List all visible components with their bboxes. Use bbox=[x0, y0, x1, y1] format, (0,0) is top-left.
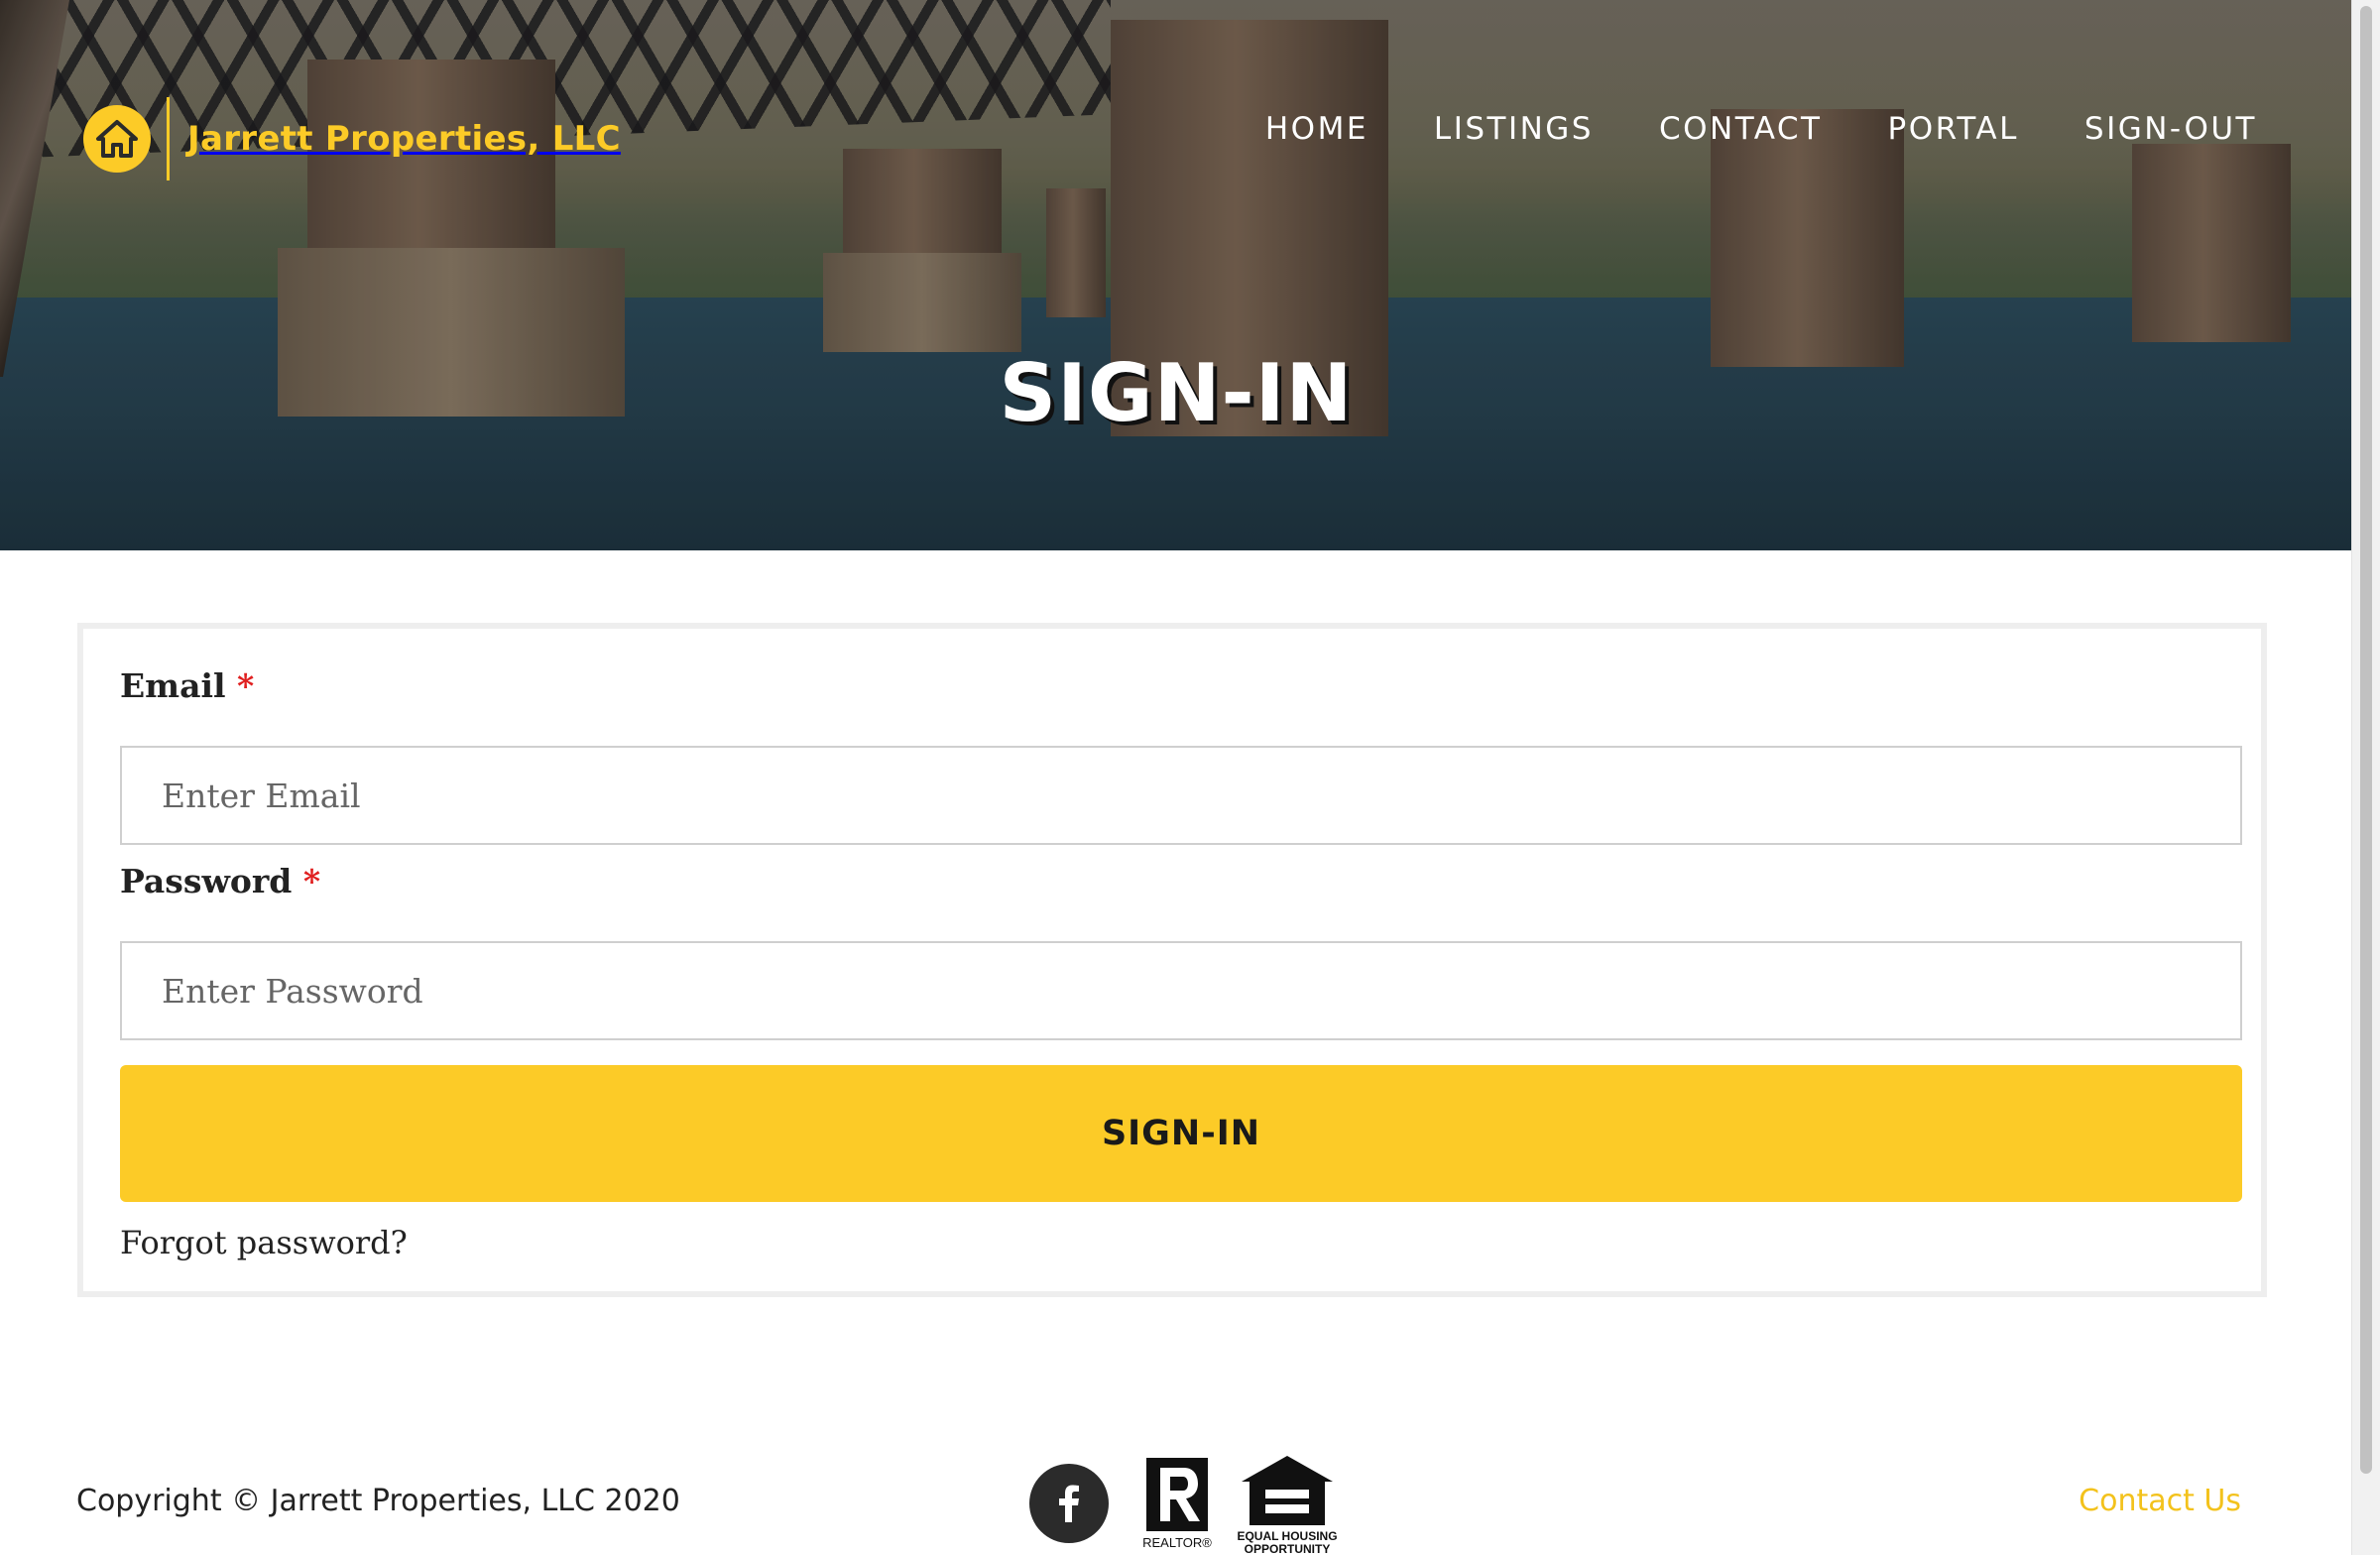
hero-banner bbox=[0, 0, 2352, 550]
password-label-text: Password bbox=[120, 862, 293, 900]
copyright-text: Copyright © Jarrett Properties, LLC 2020 bbox=[76, 1484, 680, 1518]
password-input[interactable] bbox=[120, 941, 2242, 1040]
hero-overlay bbox=[0, 0, 2352, 550]
main-nav: HOME LISTINGS CONTACT PORTAL SIGN-OUT bbox=[1265, 111, 2257, 147]
required-marker: * bbox=[237, 666, 255, 705]
footer-contact-link[interactable]: Contact Us bbox=[2079, 1484, 2241, 1518]
required-marker: * bbox=[302, 862, 321, 900]
email-label-text: Email bbox=[120, 666, 226, 705]
equal-housing-opportunity-logo: EQUAL HOUSING OPPORTUNITY bbox=[1236, 1452, 1339, 1556]
signin-form: Email * Password * SIGN-IN Forgot passwo… bbox=[77, 623, 2267, 1297]
page-title: SIGN-IN bbox=[999, 347, 1354, 439]
page-scrollbar[interactable] bbox=[2351, 0, 2380, 1555]
scrollbar-thumb[interactable] bbox=[2360, 6, 2372, 1474]
house-icon bbox=[83, 105, 151, 173]
realtor-logo: REALTOR® bbox=[1142, 1456, 1212, 1551]
facebook-link[interactable] bbox=[1029, 1464, 1109, 1543]
nav-contact[interactable]: CONTACT bbox=[1659, 111, 1823, 147]
password-label: Password * bbox=[120, 862, 320, 900]
nav-sign-out[interactable]: SIGN-OUT bbox=[2084, 111, 2257, 147]
signin-button[interactable]: SIGN-IN bbox=[120, 1065, 2242, 1202]
logo-divider bbox=[167, 97, 170, 180]
forgot-password-link[interactable]: Forgot password? bbox=[120, 1224, 408, 1261]
email-input[interactable] bbox=[120, 746, 2242, 845]
facebook-icon bbox=[1059, 1485, 1079, 1522]
equal-housing-text-2: OPPORTUNITY bbox=[1244, 1542, 1331, 1556]
realtor-logo-text: REALTOR® bbox=[1142, 1535, 1212, 1550]
nav-home[interactable]: HOME bbox=[1265, 111, 1368, 147]
nav-portal[interactable]: PORTAL bbox=[1888, 111, 2019, 147]
equal-housing-text-1: EQUAL HOUSING bbox=[1237, 1529, 1338, 1543]
brand-logo-link[interactable]: Jarrett Properties, LLC bbox=[83, 97, 621, 180]
nav-listings[interactable]: LISTINGS bbox=[1434, 111, 1594, 147]
email-label: Email * bbox=[120, 666, 254, 705]
brand-name: Jarrett Properties, LLC bbox=[187, 119, 621, 159]
